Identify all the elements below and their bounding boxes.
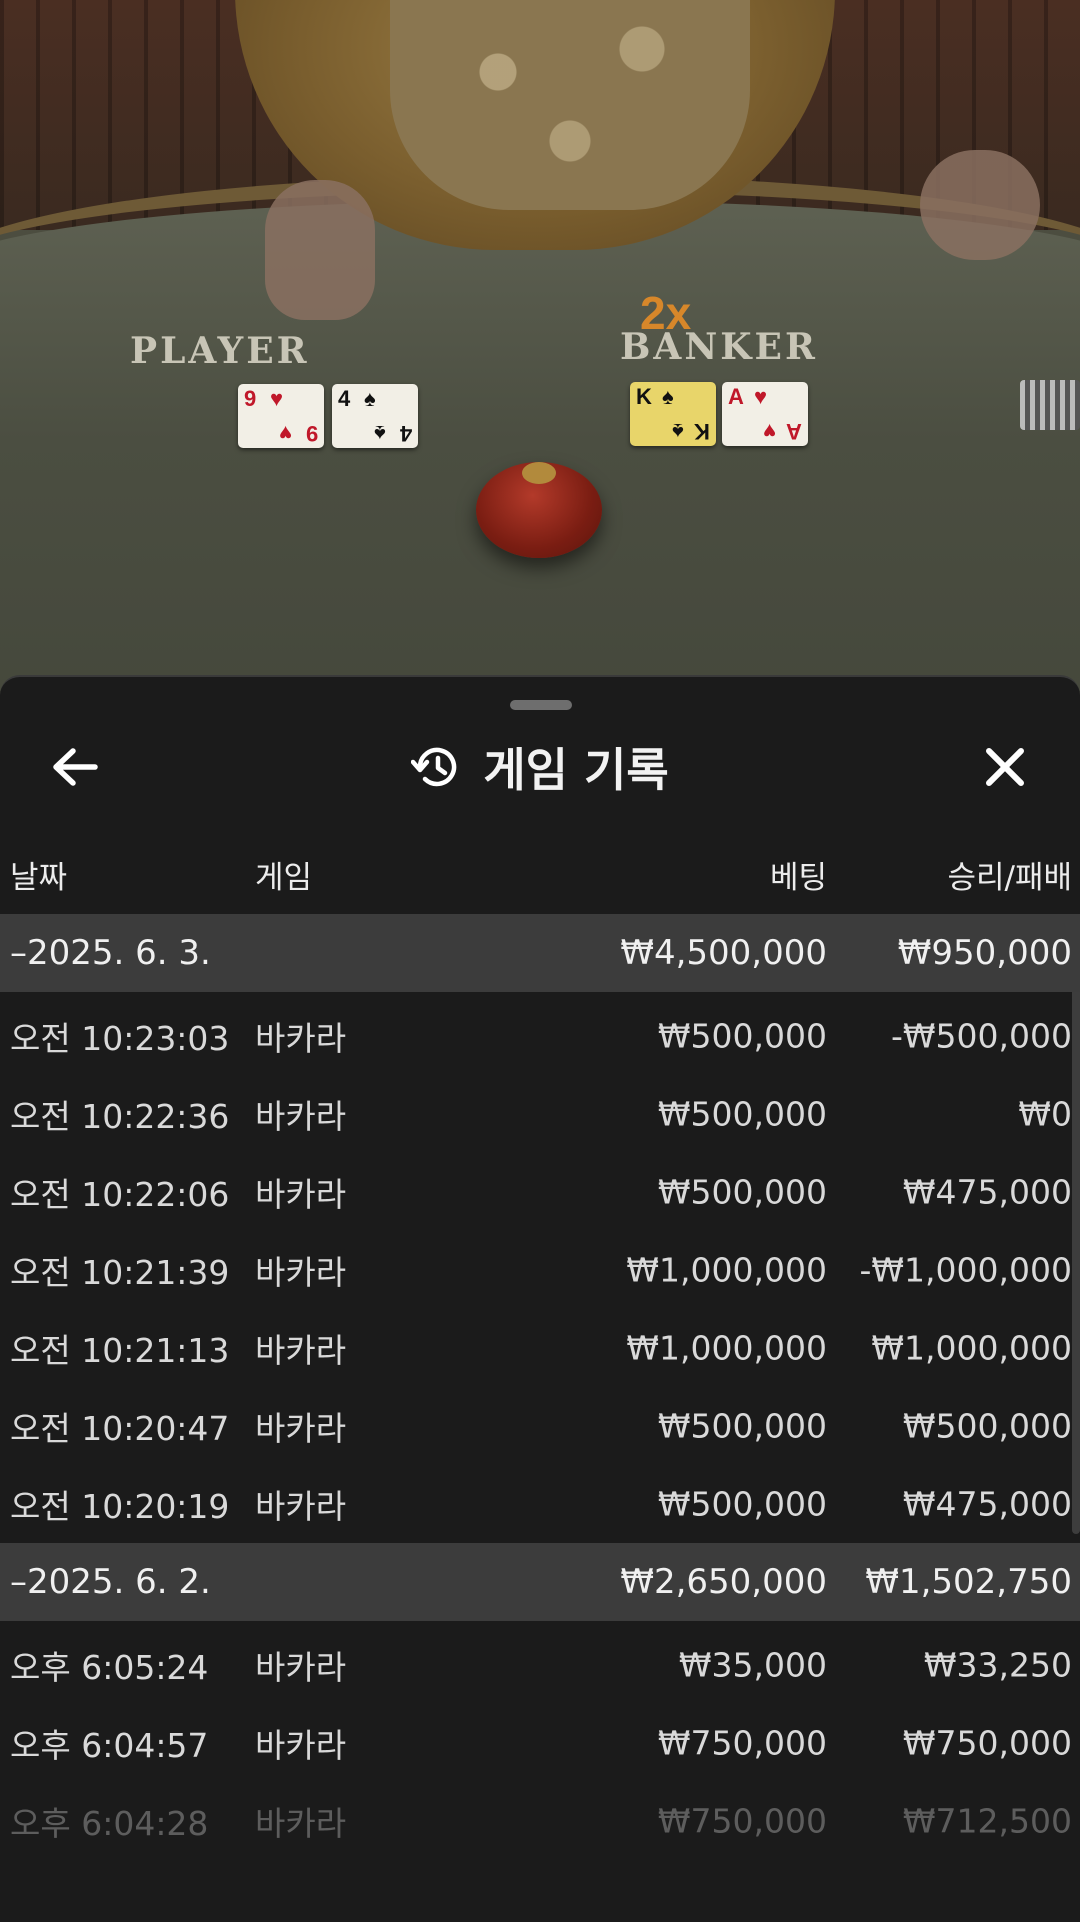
row-result: ₩475,000: [902, 1484, 1072, 1524]
row-result: -₩500,000: [890, 1016, 1072, 1056]
row-bet: ₩500,000: [657, 1406, 827, 1446]
player-card-2: 4 ♠ 4 ♠: [332, 384, 418, 448]
row-bet: ₩500,000: [657, 1484, 827, 1524]
row-bet: ₩1,000,000: [626, 1328, 827, 1368]
table-row[interactable]: 오전 10:23:03 바카라 ₩500,000 -₩500,000: [0, 997, 1080, 1075]
row-bet: ₩500,000: [657, 1094, 827, 1134]
group-bet-total: ₩2,650,000: [620, 1562, 827, 1602]
game-history-sheet: 게임 기록 날짜 게임 베팅 승리/패배 –2025. 6. 3. ₩4,500…: [0, 675, 1080, 1922]
row-result: ₩0: [1018, 1094, 1072, 1134]
group-date: –2025. 6. 3.: [10, 933, 211, 973]
card-shoe: [1020, 380, 1080, 430]
row-game: 바카라: [255, 1253, 347, 1292]
history-table: –2025. 6. 3. ₩4,500,000 ₩950,000 오전 10:2…: [0, 914, 1080, 1860]
row-time: 오후 6:04:57: [10, 1726, 209, 1765]
row-game: 바카라: [255, 1726, 347, 1765]
table-row[interactable]: 오후 6:04:57 바카라 ₩750,000 ₩750,000: [0, 1704, 1080, 1782]
column-header-game[interactable]: 게임: [255, 852, 312, 897]
table-row[interactable]: 오전 10:21:13 바카라 ₩1,000,000 ₩1,000,000: [0, 1309, 1080, 1387]
row-bet: ₩35,000: [678, 1645, 827, 1685]
pot-knob: [522, 462, 556, 484]
row-time: 오전 10:22:06: [10, 1175, 230, 1214]
banker-card-2: A ♥ A ♥: [722, 382, 808, 446]
column-header-result[interactable]: 승리/패배: [947, 852, 1072, 897]
table-row[interactable]: 오후 6:04:28 바카라 ₩750,000 ₩712,500: [0, 1782, 1080, 1860]
group-result-total: ₩1,502,750: [865, 1562, 1072, 1602]
group-date: –2025. 6. 2.: [10, 1562, 211, 1602]
row-bet: ₩750,000: [657, 1801, 827, 1841]
row-result: ₩33,250: [923, 1645, 1072, 1685]
banker-card-1: K ♠ K ♠: [630, 382, 716, 446]
sheet-header: 게임 기록: [0, 732, 1080, 802]
table-row[interactable]: 오전 10:20:47 바카라 ₩500,000 ₩500,000: [0, 1387, 1080, 1465]
row-time: 오전 10:21:13: [10, 1331, 230, 1370]
row-result: ₩475,000: [902, 1172, 1072, 1212]
player-card-1: 9 ♥ 9 ♥: [238, 384, 324, 448]
dealer-right-hand: [920, 150, 1040, 260]
row-time: 오전 10:22:36: [10, 1097, 230, 1136]
row-time: 오후 6:05:24: [10, 1648, 209, 1687]
banker-label: BANKER: [620, 326, 818, 368]
row-game: 바카라: [255, 1097, 347, 1136]
row-time: 오전 10:20:47: [10, 1409, 230, 1448]
row-time: 오전 10:23:03: [10, 1019, 230, 1058]
drag-handle[interactable]: [510, 700, 572, 710]
player-label: PLAYER: [130, 330, 310, 372]
arrow-left-icon: [53, 748, 98, 786]
row-result: ₩712,500: [902, 1801, 1072, 1841]
live-video-feed: 2x PLAYER BANKER 9 ♥ 9 ♥ 4 ♠ 4 ♠ K ♠ K ♠ A ♥ A ♥: [0, 0, 1080, 700]
row-result: -₩1,000,000: [859, 1250, 1073, 1290]
row-result: ₩500,000: [902, 1406, 1072, 1446]
row-game: 바카라: [255, 1019, 347, 1058]
sheet-title: 게임 기록: [483, 743, 669, 797]
row-game: 바카라: [255, 1331, 347, 1370]
dealer-vest: [390, 0, 750, 210]
row-time: 오전 10:20:19: [10, 1487, 230, 1526]
close-icon: [986, 748, 1024, 786]
group-result-total: ₩950,000: [897, 933, 1072, 973]
column-header-bet[interactable]: 베팅: [770, 852, 827, 897]
row-time: 오후 6:04:28: [10, 1804, 209, 1843]
row-result: ₩750,000: [902, 1723, 1072, 1763]
table-row[interactable]: 오전 10:22:36 바카라 ₩500,000 ₩0: [0, 1075, 1080, 1153]
dealer-left-hand: [265, 180, 375, 320]
table-row[interactable]: 오후 6:05:24 바카라 ₩35,000 ₩33,250: [0, 1626, 1080, 1704]
row-game: 바카라: [255, 1804, 347, 1843]
row-bet: ₩1,000,000: [626, 1250, 827, 1290]
row-game: 바카라: [255, 1175, 347, 1214]
row-bet: ₩500,000: [657, 1172, 827, 1212]
table-row[interactable]: 오전 10:22:06 바카라 ₩500,000 ₩475,000: [0, 1153, 1080, 1231]
date-group-header[interactable]: –2025. 6. 3. ₩4,500,000 ₩950,000: [0, 914, 1080, 992]
table-row[interactable]: 오전 10:20:19 바카라 ₩500,000 ₩475,000: [0, 1465, 1080, 1543]
date-group-header[interactable]: –2025. 6. 2. ₩2,650,000 ₩1,502,750: [0, 1543, 1080, 1621]
row-bet: ₩500,000: [657, 1016, 827, 1056]
row-game: 바카라: [255, 1648, 347, 1687]
column-header-date[interactable]: 날짜: [10, 852, 67, 897]
close-button[interactable]: [970, 732, 1040, 802]
history-icon: [411, 747, 457, 787]
row-result: ₩1,000,000: [871, 1328, 1072, 1368]
back-button[interactable]: [40, 732, 110, 802]
table-row[interactable]: 오전 10:21:39 바카라 ₩1,000,000 -₩1,000,000: [0, 1231, 1080, 1309]
row-game: 바카라: [255, 1487, 347, 1526]
row-bet: ₩750,000: [657, 1723, 827, 1763]
row-game: 바카라: [255, 1409, 347, 1448]
row-time: 오전 10:21:39: [10, 1253, 230, 1292]
group-bet-total: ₩4,500,000: [620, 933, 827, 973]
